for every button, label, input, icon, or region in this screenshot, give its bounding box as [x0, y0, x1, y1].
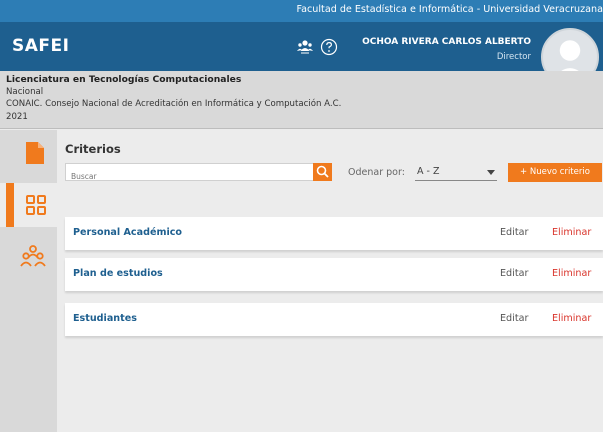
- edit-button[interactable]: Editar: [500, 227, 528, 238]
- active-indicator: [6, 183, 14, 227]
- accreditation-organization: CONAIC. Consejo Nacional de Acreditación…: [6, 99, 342, 109]
- main-content: Criterios Odenar por: A - Z + Nuevo crit…: [57, 130, 603, 432]
- document-icon: [26, 142, 44, 164]
- top-strip: Facultad de Estadística e Informática - …: [0, 0, 603, 22]
- users-icon[interactable]: [296, 38, 314, 56]
- sort-label: Odenar por:: [348, 167, 405, 178]
- grid-icon: [26, 195, 46, 215]
- search-input[interactable]: [66, 168, 296, 185]
- criterion-name[interactable]: Personal Académico: [73, 227, 182, 238]
- sort-select[interactable]: A - Z: [415, 165, 497, 181]
- program-info-bar: Licenciatura en Tecnologías Computaciona…: [0, 71, 603, 129]
- criterion-name[interactable]: Plan de estudios: [73, 268, 163, 279]
- sidebar: [0, 130, 57, 432]
- criterion-name[interactable]: Estudiantes: [73, 313, 137, 324]
- sidebar-item-documents[interactable]: [0, 136, 57, 180]
- search-button[interactable]: [313, 163, 332, 181]
- search-box: [65, 163, 315, 185]
- edit-button[interactable]: Editar: [500, 268, 528, 279]
- list-item: Personal Académico Editar Eliminar: [65, 217, 603, 250]
- delete-button[interactable]: Eliminar: [552, 313, 591, 324]
- list-item: Estudiantes Editar Eliminar: [65, 303, 603, 336]
- program-year: 2021: [6, 112, 28, 122]
- new-criterion-button[interactable]: + Nuevo criterio: [508, 163, 602, 182]
- program-scope: Nacional: [6, 87, 44, 97]
- app-brand[interactable]: SAFEI: [12, 36, 69, 56]
- program-title: Licenciatura en Tecnologías Computaciona…: [6, 74, 242, 85]
- chevron-down-icon: [487, 170, 495, 175]
- app-header: SAFEI OCHOA RIVERA CARLOS ALBERTO Direct…: [0, 22, 603, 86]
- people-icon: [20, 245, 46, 267]
- page-title: Criterios: [65, 142, 121, 156]
- sidebar-item-criteria[interactable]: [0, 183, 57, 227]
- delete-button[interactable]: Eliminar: [552, 227, 591, 238]
- sidebar-item-people[interactable]: [0, 241, 57, 285]
- user-role: Director: [496, 52, 531, 62]
- delete-button[interactable]: Eliminar: [552, 268, 591, 279]
- faculty-label: Facultad de Estadística e Informática - …: [296, 4, 603, 15]
- user-name: OCHOA RIVERA CARLOS ALBERTO: [362, 37, 531, 47]
- list-item: Plan de estudios Editar Eliminar: [65, 258, 603, 291]
- sort-value: A - Z: [417, 166, 440, 177]
- edit-button[interactable]: Editar: [500, 313, 528, 324]
- search-icon: [316, 165, 329, 178]
- help-icon[interactable]: [320, 38, 338, 56]
